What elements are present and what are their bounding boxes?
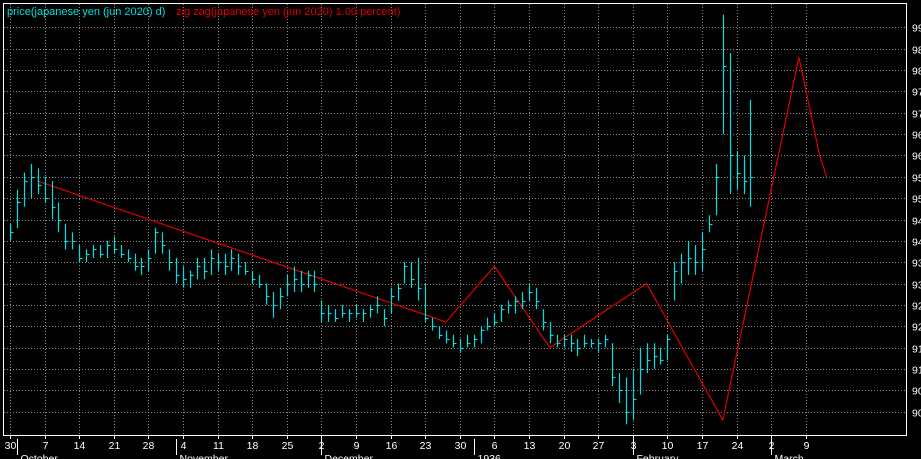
y-tick-label: 98.00	[912, 66, 921, 78]
x-day-label: 14	[74, 440, 86, 452]
x-day-label: 4	[181, 440, 187, 452]
x-month-label: 1936	[478, 453, 502, 459]
legend-price-series: price(japanese yen (jun 2020) d)	[7, 6, 165, 18]
y-tick-label: 96.00	[912, 151, 921, 163]
y-tick-label: 95.50	[912, 173, 921, 185]
y-tick-label: 90.00	[912, 408, 921, 420]
y-tick-label: 91.50	[912, 344, 921, 356]
x-month-label: October	[21, 453, 59, 459]
x-day-label: 7	[43, 440, 49, 452]
x-day-label: 30	[455, 440, 467, 452]
x-month-label: March	[775, 453, 804, 459]
x-day-label: 6	[492, 440, 498, 452]
y-tick-label: 95.00	[912, 194, 921, 206]
y-tick-label: 92.00	[912, 322, 921, 334]
y-tick-label: 90.50	[912, 386, 921, 398]
y-tick-label: 99.00	[912, 23, 921, 35]
y-tick-label: 97.00	[912, 109, 921, 121]
price-chart: 90.00 90.50 91.00 91.50 92.00 92.50 93.00 93.50…	[0, 0, 921, 459]
x-day-label: 9	[804, 440, 810, 452]
y-tick-label: 98.50	[912, 45, 921, 57]
x-day-label: 30	[5, 440, 17, 452]
x-day-label: 21	[109, 440, 121, 452]
y-tick-label: 94.00	[912, 237, 921, 249]
x-day-label: 27	[593, 440, 605, 452]
x-day-label: 11	[213, 440, 224, 452]
x-month-label: February	[637, 453, 680, 459]
x-day-label: 20	[559, 440, 571, 452]
x-day-label: 10	[662, 440, 674, 452]
x-day-label: 13	[524, 440, 536, 452]
y-tick-label: 93.50	[912, 258, 921, 270]
y-tick-label: 96.50	[912, 130, 921, 142]
x-day-label: 17	[697, 440, 709, 452]
x-day-label: 9	[354, 440, 360, 452]
x-month-label: December	[325, 453, 374, 459]
y-tick-label: 93.00	[912, 280, 921, 292]
x-day-label: 16	[386, 440, 398, 452]
y-tick-label: 91.00	[912, 365, 921, 377]
legend: price(japanese yen (jun 2020) d) zig zag…	[7, 6, 400, 18]
y-tick-label: 94.50	[912, 216, 921, 228]
x-day-label: 25	[282, 440, 294, 452]
x-day-label: 23	[420, 440, 432, 452]
legend-zigzag-series: zig zag(japanese yen (jun 2020) 1.00 per…	[176, 6, 400, 18]
x-day-label: 28	[143, 440, 155, 452]
x-day-label: 18	[247, 440, 259, 452]
y-tick-label: 92.50	[912, 301, 921, 313]
y-tick-label: 97.50	[912, 87, 921, 99]
x-month-label: November	[180, 453, 229, 459]
x-day-label: 24	[732, 440, 744, 452]
